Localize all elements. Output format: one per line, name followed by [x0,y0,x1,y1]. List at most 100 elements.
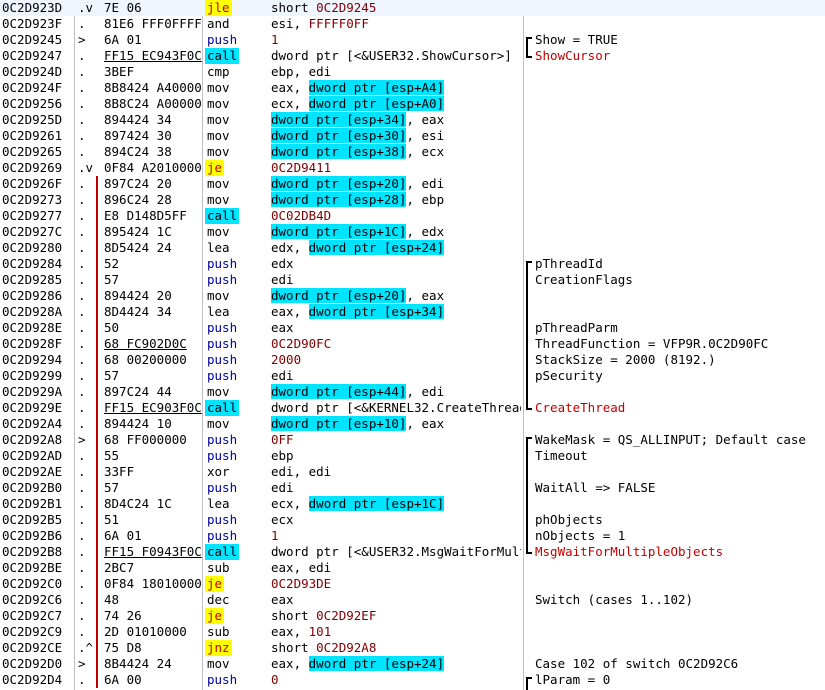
instruction-row[interactable]: 0C2D92D0 >8B4424 24 mov eax, dword ptr [esp… [0,656,825,672]
instruction-row[interactable]: 0C2D92AD. 55 push ebp Timeout [0,448,825,464]
instruction-row[interactable]: 0C2D928F. 68 FC902D0C push 0C2D90FC ThreadFu… [0,336,825,352]
instruction-row[interactable]: 0C2D9261. 897424 30 mov dword ptr [esp+30],… [0,128,825,144]
disassembly-view[interactable]: 0C2D923D .v 7E 06 jle short 0C2D9245 0C2D923F… [0,0,825,690]
instruction-row[interactable]: 0C2D929A. 897C24 44 mov dword ptr [esp+44],… [0,384,825,400]
hex-bytes: 8D5424 24 [104,240,172,255]
instruction-row[interactable]: 0C2D928A. 8D4424 34 lea eax, dword ptr [esp… [0,304,825,320]
instruction-row[interactable]: 0C2D92B1. 8D4C24 1C lea ecx, dword ptr [esp… [0,496,825,512]
operands: edi [271,272,521,288]
instruction-row[interactable]: 0C2D9299. 57 push edi pSecurity [0,368,825,384]
instruction-row[interactable]: 0C2D92C7. 74 26 je short 0C2D92EF [0,608,825,624]
instruction-row[interactable]: 0C2D92D4. 6A 00 push 0 lParam = 0 [0,672,825,690]
hex-bytes: 55 [104,448,120,463]
mnemonic: mov [207,176,230,191]
flow-marker: . [78,96,86,111]
instruction-row[interactable]: 0C2D925D. 894424 34 mov dword ptr [esp+34],… [0,112,825,128]
instruction-row[interactable]: 0C2D9294. 68 00200000 push 2000 StackSize = … [0,352,825,368]
instruction-row[interactable]: 0C2D92BE. 2BC7 sub eax, edi [0,560,825,576]
operand: 0 [271,672,279,687]
instruction-row[interactable]: 0C2D924F. 8B8424 A4000000 mov eax, dword pt… [0,80,825,96]
operands: eax, 101 [271,624,521,640]
instruction-row[interactable]: 0C2D92B8. FF15 F0943F0C call dword ptr [<&U… [0,544,825,560]
instruction-row[interactable]: 0C2D9245 >6A 01 push 1 Show = TRUE [0,32,825,50]
flow-marker: . [78,48,86,63]
instruction-row[interactable]: 0C2D9284. 52 push edx pThreadId [0,256,825,274]
instruction-row[interactable]: 0C2D9247. FF15 EC943F0C call dword ptr [<&U… [0,48,825,64]
instruction-row[interactable]: 0C2D92CE .^ 75 D8 jnz short 0C2D92A8 [0,640,825,656]
address: 0C2D92CE [2,640,63,655]
instruction-row[interactable]: 0C2D9277. E8 D148D5FF call 0C02DB4D [0,208,825,224]
instruction-row[interactable]: 0C2D924D. 3BEF cmp ebp, edi [0,64,825,80]
jump-line [96,480,98,496]
jump-line [96,624,98,640]
instruction-row[interactable]: 0C2D9256. 8B8C24 A0000000 mov ecx, dword pt… [0,96,825,112]
call-bracket [526,544,532,554]
instruction-row[interactable]: 0C2D928E. 50 push eax pThreadParm [0,320,825,336]
instruction-row[interactable]: 0C2D923F. 81E6 FFF0FFFF and esi, FFFFF0FF [0,16,825,32]
operand: short [271,0,317,15]
flow-marker: . [78,464,86,479]
flow-marker: . [78,528,86,543]
hex-bytes: 52 [104,256,120,271]
instruction-row[interactable]: 0C2D92B5. 51 push ecx phObjects [0,512,825,528]
instruction-row[interactable]: 0C2D9269 .v 0F84 A2010000 je 0C2D9411 [0,160,825,176]
address: 0C2D92C7 [2,608,63,623]
call-bracket [526,464,532,480]
instruction-row[interactable]: 0C2D92B6. 6A 01 push 1 nObjects = 1 [0,528,825,544]
instruction-row[interactable]: 0C2D92C6. 48 dec eax Switch (cases 1..102) [0,592,825,608]
call-bracket [526,528,532,544]
mnemonic: jnz [205,640,232,656]
hex-bytes: 51 [104,512,120,527]
operands: 0C2D90FC [271,336,521,352]
operands: eax, dword ptr [esp+24] [271,656,521,672]
instruction-row[interactable]: 0C2D9280. 8D5424 24 lea edx, dword ptr [esp… [0,240,825,256]
operands: 1 [271,32,521,48]
mnemonic: sub [207,624,230,639]
flow-marker: . [78,16,86,31]
flow-marker: . [78,496,86,511]
flow-marker: . [78,128,86,143]
instruction-row[interactable]: 0C2D926F. 897C24 20 mov dword ptr [esp+20],… [0,176,825,192]
comment: WakeMask = QS_ALLINPUT; Default case [535,432,806,447]
instruction-row[interactable]: 0C2D923D .v 7E 06 jle short 0C2D9245 [0,0,825,16]
operand: eax, [271,80,309,95]
comment: ThreadFunction = VFP9R.0C2D90FC [535,336,769,351]
operands: short 0C2D92EF [271,608,521,624]
hex-bytes: FF15 EC943F0C [104,48,202,63]
instruction-row[interactable]: 0C2D92C9. 2D 01010000 sub eax, 101 [0,624,825,640]
instruction-row[interactable]: 0C2D92C0. 0F84 18010000 je 0C2D93DE [0,576,825,592]
instruction-row[interactable]: 0C2D92A8 >68 FF000000 push 0FF WakeMask = QS… [0,432,825,450]
hex-bytes: 48 [104,592,120,607]
call-bracket [526,304,532,320]
jump-line [96,288,98,304]
instruction-row[interactable]: 0C2D92A4. 894424 10 mov dword ptr [esp+10],… [0,416,825,432]
address: 0C2D92A4 [2,416,63,431]
comment: Switch (cases 1..102) [535,592,694,607]
instruction-row[interactable]: 0C2D92B0. 57 push edi WaitAll => FALSE [0,480,825,496]
operand: , eax [406,416,445,431]
instruction-row[interactable]: 0C2D927C. 895424 1C mov dword ptr [esp+1C],… [0,224,825,240]
mnemonic: mov [207,144,230,159]
instruction-row[interactable]: 0C2D9265. 894C24 38 mov dword ptr [esp+38],… [0,144,825,160]
hex-bytes: 57 [104,272,120,287]
call-bracket [526,512,532,528]
operand: , ebp [406,192,445,207]
jump-line [96,352,98,368]
instruction-row[interactable]: 0C2D9286. 894424 20 mov dword ptr [esp+20],… [0,288,825,304]
mnemonic: mov [207,192,230,207]
flow-marker: . [78,176,86,191]
operand: ebp [271,448,294,463]
operand: dword ptr [<&USER32.ShowCursor>] [271,48,512,63]
comment: phObjects [535,512,603,527]
address: 0C2D92AE [2,464,63,479]
hex-bytes: 8D4C24 1C [104,496,172,511]
hex-bytes: 7E 06 [104,0,142,15]
instruction-row[interactable]: 0C2D929E. FF15 EC903F0C call dword ptr [<&K… [0,400,825,416]
instruction-row[interactable]: 0C2D92AE. 33FF xor edi, edi [0,464,825,480]
instruction-row[interactable]: 0C2D9285. 57 push edi CreationFlags [0,272,825,288]
hex-bytes: 894C24 38 [104,144,172,159]
instruction-row[interactable]: 0C2D9273. 896C24 28 mov dword ptr [esp+28],… [0,192,825,208]
operand: dword ptr [esp+44] [271,384,407,399]
hex-bytes: 68 FC902D0C [104,336,187,351]
operand: dword ptr [esp+30] [271,128,407,143]
